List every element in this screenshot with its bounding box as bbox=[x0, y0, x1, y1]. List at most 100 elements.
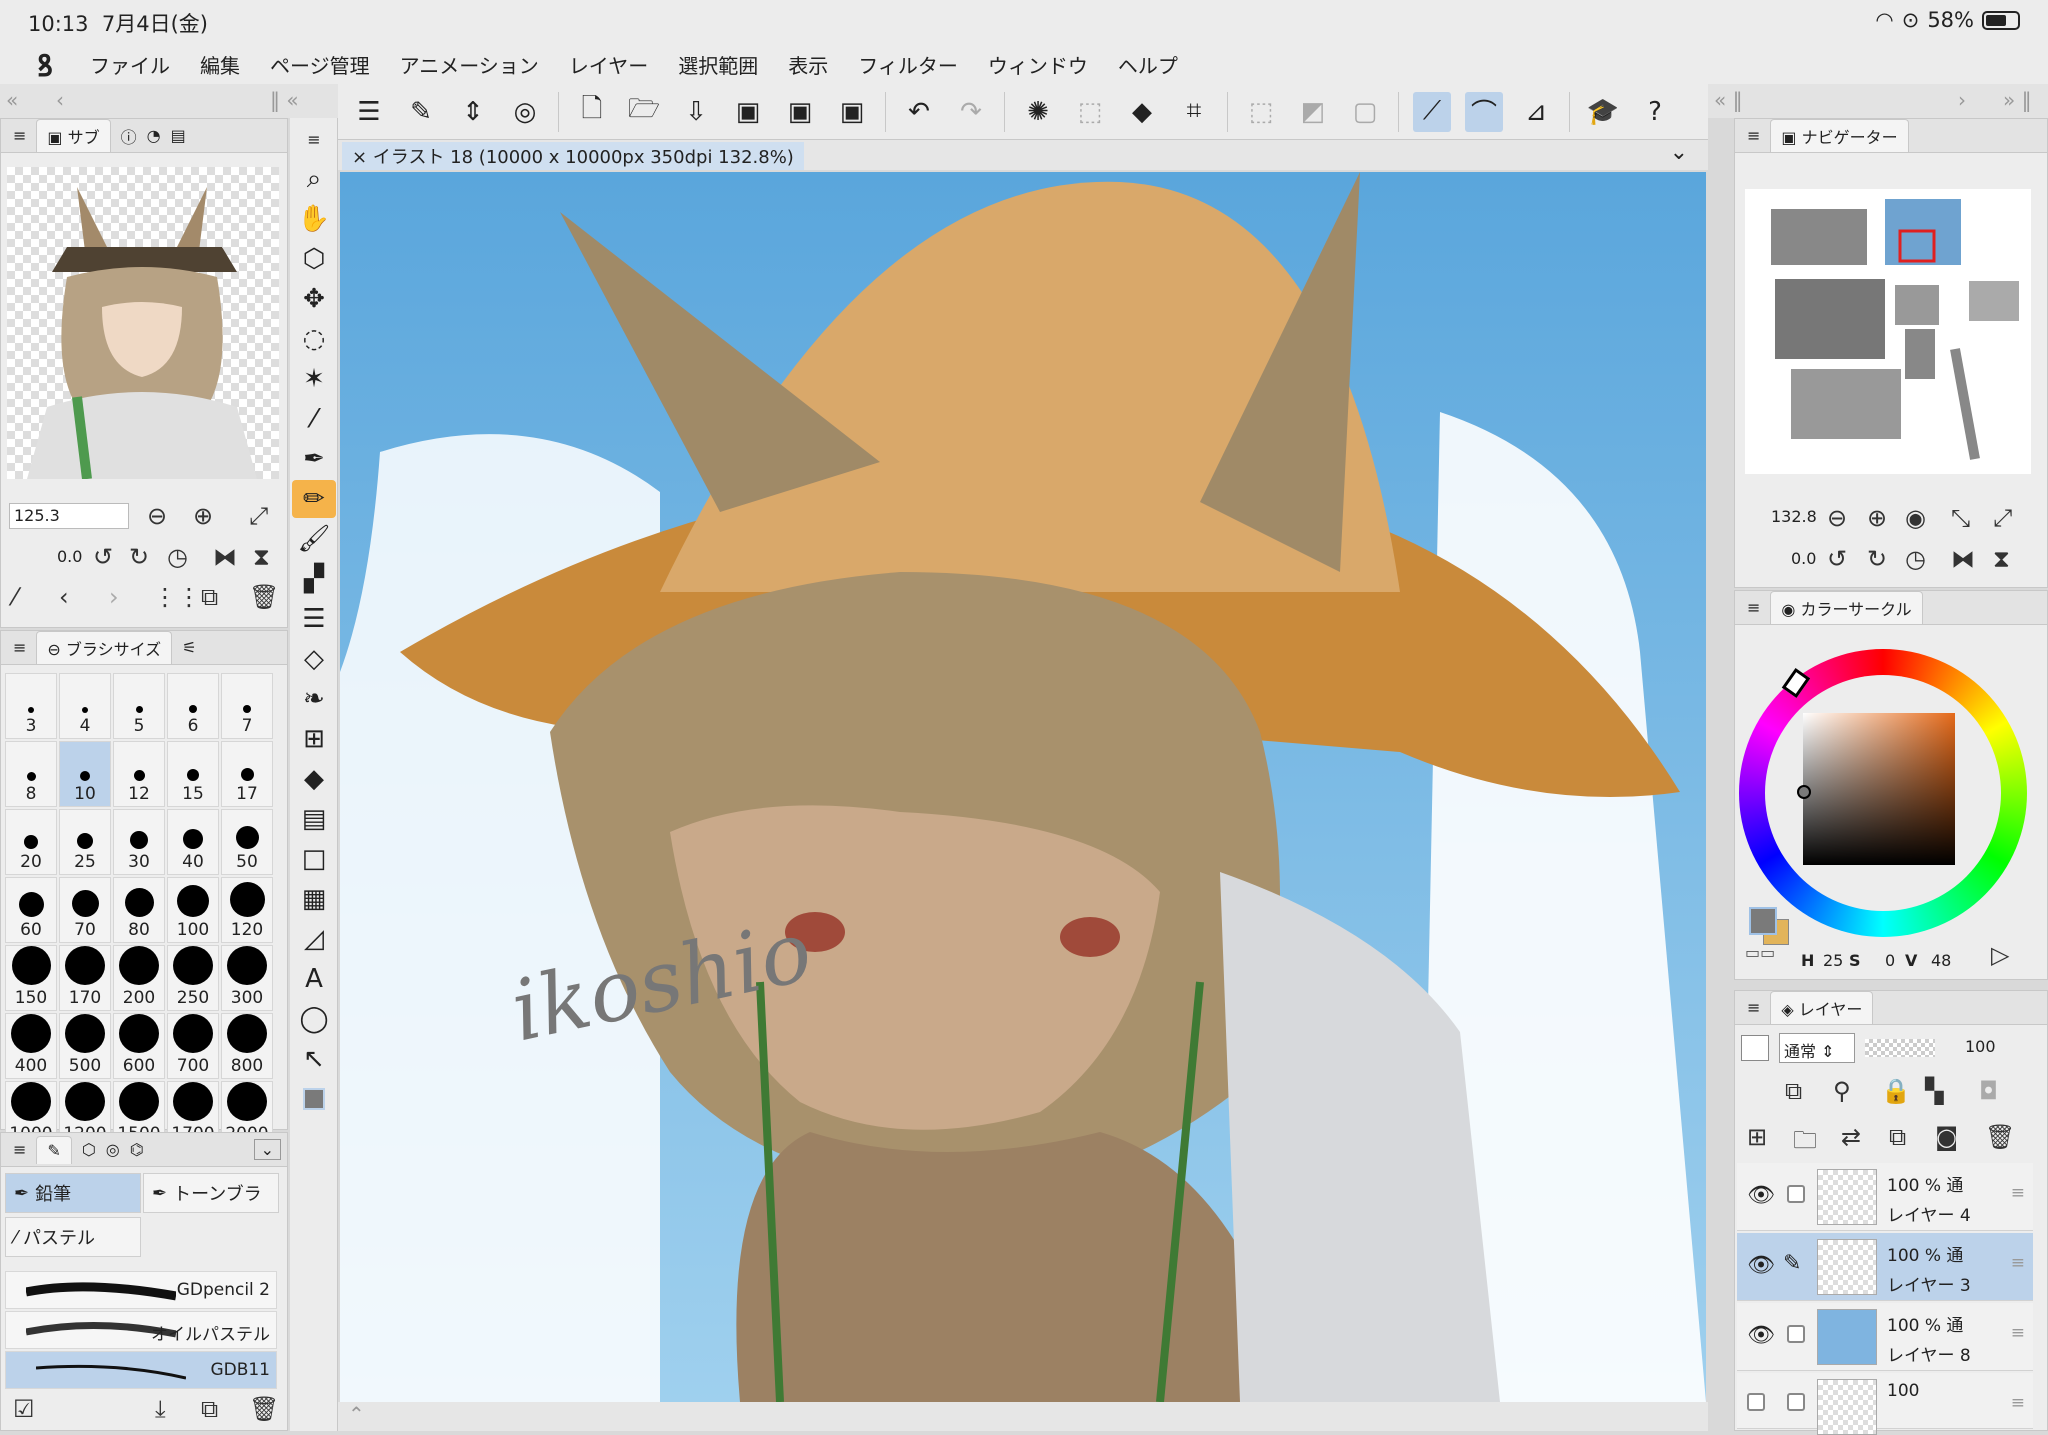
ruler-tool-icon[interactable]: ◿ bbox=[292, 920, 336, 958]
main-color-swatch[interactable] bbox=[1749, 907, 1777, 935]
drag-handle-icon[interactable]: ≡ bbox=[2011, 1183, 2025, 1203]
brush-size-option[interactable]: 50 bbox=[221, 809, 273, 875]
layer-color-icon[interactable] bbox=[1741, 1035, 1769, 1061]
expand-up-icon[interactable]: ⌃ bbox=[348, 1402, 365, 1426]
balloon-tool-icon[interactable]: ◯ bbox=[292, 1000, 336, 1038]
reference-layer-icon[interactable]: ⚲ bbox=[1833, 1077, 1851, 1105]
material-icon[interactable]: ▤ bbox=[171, 126, 186, 145]
saturation-value-square[interactable] bbox=[1803, 713, 1955, 865]
menu-page[interactable]: ページ管理 bbox=[270, 50, 370, 79]
color-mode-icon[interactable]: ▷ bbox=[1991, 941, 2009, 969]
brush-size-option[interactable]: 80 bbox=[113, 877, 165, 943]
collapse-right-icon[interactable]: « ‖ bbox=[1714, 88, 1743, 112]
chevron-right-icon[interactable]: › bbox=[1958, 88, 1966, 112]
history-icon[interactable]: ◔ bbox=[147, 126, 161, 145]
flip-vertical-icon[interactable]: ⧗ bbox=[253, 543, 270, 571]
layer-mask-icon[interactable]: ◙ bbox=[1935, 1123, 1958, 1151]
open-folder-icon[interactable]: 🗁 bbox=[625, 92, 663, 132]
perspective-snap-icon[interactable]: ⊿ bbox=[1517, 92, 1555, 132]
airbrush-group-icon[interactable]: ◎ bbox=[106, 1140, 120, 1159]
menu-selection[interactable]: 選択範囲 bbox=[678, 50, 758, 79]
eyedropper-icon[interactable]: ⁄ bbox=[13, 583, 17, 611]
canvas[interactable]: ikoshio bbox=[340, 172, 1706, 1402]
visibility-eye-icon[interactable]: 👁 bbox=[1747, 1323, 1775, 1348]
reset-rotation-icon[interactable]: ◷ bbox=[1905, 545, 1926, 573]
magic-wand-icon[interactable]: ✶ bbox=[292, 360, 336, 398]
zoom-in-icon[interactable]: ⊕ bbox=[193, 502, 213, 530]
fill-tool-icon[interactable]: ◆ bbox=[292, 760, 336, 798]
zoom-out-icon[interactable]: ⊖ bbox=[1827, 504, 1847, 532]
chevron-down-icon[interactable]: ⌄ bbox=[1670, 140, 1688, 165]
transform-icon[interactable]: ⌗ bbox=[1175, 92, 1213, 132]
blend-tool-icon[interactable]: ❧ bbox=[292, 680, 336, 718]
panel-menu-icon[interactable]: ≡ bbox=[1747, 998, 1760, 1017]
fit-view-icon[interactable]: ⤢ bbox=[249, 502, 268, 530]
sort-arrows-icon[interactable]: ⇕ bbox=[454, 92, 492, 132]
brush-size-option[interactable]: 150 bbox=[5, 945, 57, 1011]
pencil-tool-icon[interactable]: ✏ bbox=[292, 480, 336, 518]
lasso-tool-icon[interactable]: ◌ bbox=[292, 320, 336, 358]
visibility-eye-icon[interactable]: 👁 bbox=[1747, 1253, 1775, 1278]
fit-window-icon[interactable]: ⤡ bbox=[1951, 504, 1970, 532]
actual-size-icon[interactable]: ◉ bbox=[1905, 504, 1926, 532]
pencil-group-icon[interactable]: ✎ bbox=[36, 1135, 72, 1164]
tab-sub-view[interactable]: ▣ サブ bbox=[36, 119, 111, 152]
grid-tool-icon[interactable]: ⊞ bbox=[292, 720, 336, 758]
menu-file[interactable]: ファイル bbox=[90, 50, 170, 79]
new-file-icon[interactable]: 🗋 bbox=[573, 92, 611, 132]
flip-vertical-icon[interactable]: ⧗ bbox=[1993, 545, 2010, 573]
flip-horizontal-icon[interactable]: ⧓ bbox=[213, 543, 237, 571]
brush-size-option[interactable]: 3 bbox=[5, 673, 57, 739]
brush-size-option[interactable]: 600 bbox=[113, 1013, 165, 1079]
panel-menu-icon[interactable]: ≡ bbox=[1747, 598, 1760, 617]
correct-line-tool-icon[interactable]: ↖ bbox=[292, 1040, 336, 1078]
rotate-left-icon[interactable]: ↺ bbox=[93, 543, 113, 571]
brush-size-option[interactable]: 20 bbox=[5, 809, 57, 875]
panel-menu-icon[interactable]: ≡ bbox=[13, 638, 26, 657]
panel-menu-icon[interactable]: ≡ bbox=[13, 126, 26, 145]
delete-layer-icon[interactable]: 🗑 bbox=[1985, 1123, 2015, 1151]
merge-layer-icon[interactable]: ⧉ bbox=[1889, 1123, 1906, 1151]
ruler-snap-icon[interactable]: ⟋ bbox=[1413, 91, 1451, 132]
zoom-tool-icon[interactable]: ⌕ bbox=[292, 160, 336, 198]
drag-handle-icon[interactable]: ≡ bbox=[2011, 1253, 2025, 1273]
chevron-down-icon[interactable]: ⌄ bbox=[253, 1139, 281, 1160]
eyedropper-tool-icon[interactable]: ⁄ bbox=[292, 400, 336, 438]
lock-transparency-icon[interactable]: ▚ bbox=[1925, 1077, 1943, 1105]
menu-window[interactable]: ウィンドウ bbox=[988, 50, 1088, 79]
brush-size-option[interactable]: 700 bbox=[167, 1013, 219, 1079]
brush-size-option[interactable]: 250 bbox=[167, 945, 219, 1011]
app-logo-icon[interactable]: ꝸ bbox=[0, 44, 90, 85]
layer-row[interactable]: 👁 100 % 通 レイヤー 4 ≡ bbox=[1737, 1163, 2033, 1231]
brush-size-option[interactable]: 30 bbox=[113, 809, 165, 875]
menu-help[interactable]: ヘルプ bbox=[1118, 50, 1178, 79]
stroke-item-gdpencil[interactable]: GDpencil 2 bbox=[5, 1271, 277, 1309]
companion-icon[interactable]: ◎ bbox=[506, 92, 544, 132]
export-jpg-icon[interactable]: ▣ bbox=[729, 92, 767, 132]
selection-border-icon[interactable]: ▢ bbox=[1346, 92, 1384, 132]
brush-size-option[interactable]: 120 bbox=[221, 877, 273, 943]
brush-size-option[interactable]: 8 bbox=[5, 741, 57, 807]
navigator-preview[interactable] bbox=[1745, 189, 2031, 474]
zoom-out-icon[interactable]: ⊖ bbox=[147, 502, 167, 530]
info-icon[interactable]: ⓘ bbox=[121, 124, 137, 148]
rotate-right-icon[interactable]: ↻ bbox=[1867, 545, 1887, 573]
sub-tool-tab-pastel[interactable]: ⁄ パステル bbox=[5, 1217, 141, 1257]
brush-size-option[interactable]: 7 bbox=[221, 673, 273, 739]
edit-icon[interactable]: ✎ bbox=[402, 92, 440, 132]
opacity-slider[interactable] bbox=[1865, 1039, 1935, 1057]
download-icon[interactable]: ⤓ bbox=[155, 1395, 166, 1423]
eraser-tool-icon[interactable]: ◇ bbox=[292, 640, 336, 678]
duplicate-icon[interactable]: ⧉ bbox=[201, 1395, 218, 1423]
grid-view-icon[interactable]: ⋮⋮ bbox=[153, 583, 201, 611]
collapse-left-icon[interactable]: « bbox=[6, 88, 18, 112]
figure-tool-icon[interactable]: □ bbox=[292, 840, 336, 878]
save-icon[interactable]: ⇩ bbox=[677, 92, 715, 132]
brush-snap-icon[interactable]: ⌒ bbox=[1465, 91, 1503, 132]
drag-handle-icon[interactable]: ≡ bbox=[2011, 1323, 2025, 1343]
move-tool-icon[interactable]: ✥ bbox=[292, 280, 336, 318]
export-psd-icon[interactable]: ▣ bbox=[833, 92, 871, 132]
menu-animation[interactable]: アニメーション bbox=[400, 50, 539, 79]
transparent-swatch[interactable]: ▭▭ bbox=[1745, 943, 1775, 962]
flip-horizontal-icon[interactable]: ⧓ bbox=[1951, 545, 1975, 573]
